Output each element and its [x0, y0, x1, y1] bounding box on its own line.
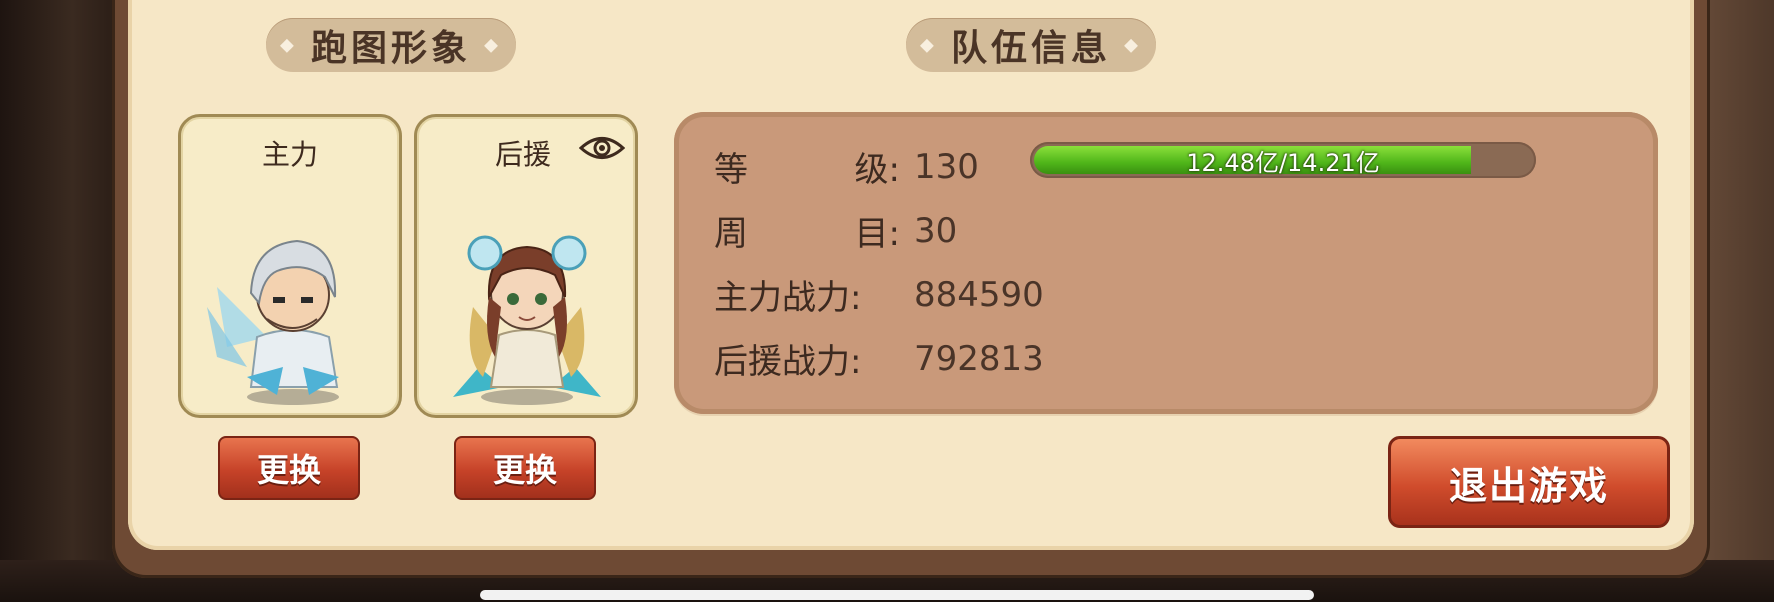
support-power-value: 792813: [914, 338, 1044, 379]
exp-progress-text: 12.48亿/14.21亿: [1186, 148, 1380, 177]
cycle-row: 周 目: 30: [714, 206, 957, 255]
diamond-ornament-icon: ◆: [920, 34, 938, 56]
level-label-b: 级:: [854, 150, 900, 190]
main-power-value: 884590: [914, 274, 1044, 315]
team-info-box: 等 级: 130 12.48亿/14.21亿 周 目: 30 主力战力: 884…: [674, 112, 1658, 414]
main-avatar-card[interactable]: 主力: [178, 114, 402, 418]
eye-icon[interactable]: [579, 133, 625, 163]
background-left: [0, 0, 120, 602]
team-section-title: 队伍信息: [950, 28, 1111, 69]
team-section-header: ◆ 队伍信息 ◆: [906, 18, 1156, 72]
support-card-label: 后援: [495, 138, 552, 171]
avatar-section-title: 跑图形象: [310, 28, 471, 69]
diamond-ornament-icon: ◆: [484, 34, 502, 56]
diamond-ornament-icon: ◆: [1124, 34, 1142, 56]
cycle-value: 30: [914, 210, 958, 251]
level-value: 130: [914, 146, 979, 187]
support-avatar-card[interactable]: 后援: [414, 114, 638, 418]
level-row: 等 级: 130: [714, 142, 979, 191]
cycle-label-a: 周: [714, 214, 748, 254]
change-support-button[interactable]: 更换: [454, 436, 596, 500]
exit-game-button[interactable]: 退出游戏: [1388, 436, 1670, 528]
diamond-ornament-icon: ◆: [280, 34, 298, 56]
main-power-label: 主力战力:: [714, 278, 862, 318]
main-card-label: 主力: [261, 138, 318, 171]
support-power-label: 后援战力:: [714, 342, 862, 382]
avatar-section-header: ◆ 跑图形象 ◆: [266, 18, 516, 72]
support-power-row: 后援战力: 792813: [714, 334, 1044, 383]
change-main-button[interactable]: 更换: [218, 436, 360, 500]
cycle-label-b: 目:: [854, 214, 900, 254]
home-indicator[interactable]: [480, 590, 1314, 600]
main-character-portrait: [207, 239, 339, 405]
main-power-row: 主力战力: 884590: [714, 270, 1044, 319]
level-label-a: 等: [714, 150, 748, 190]
support-character-portrait: [453, 235, 601, 405]
exp-progress-bar: 12.48亿/14.21亿: [1030, 142, 1536, 178]
